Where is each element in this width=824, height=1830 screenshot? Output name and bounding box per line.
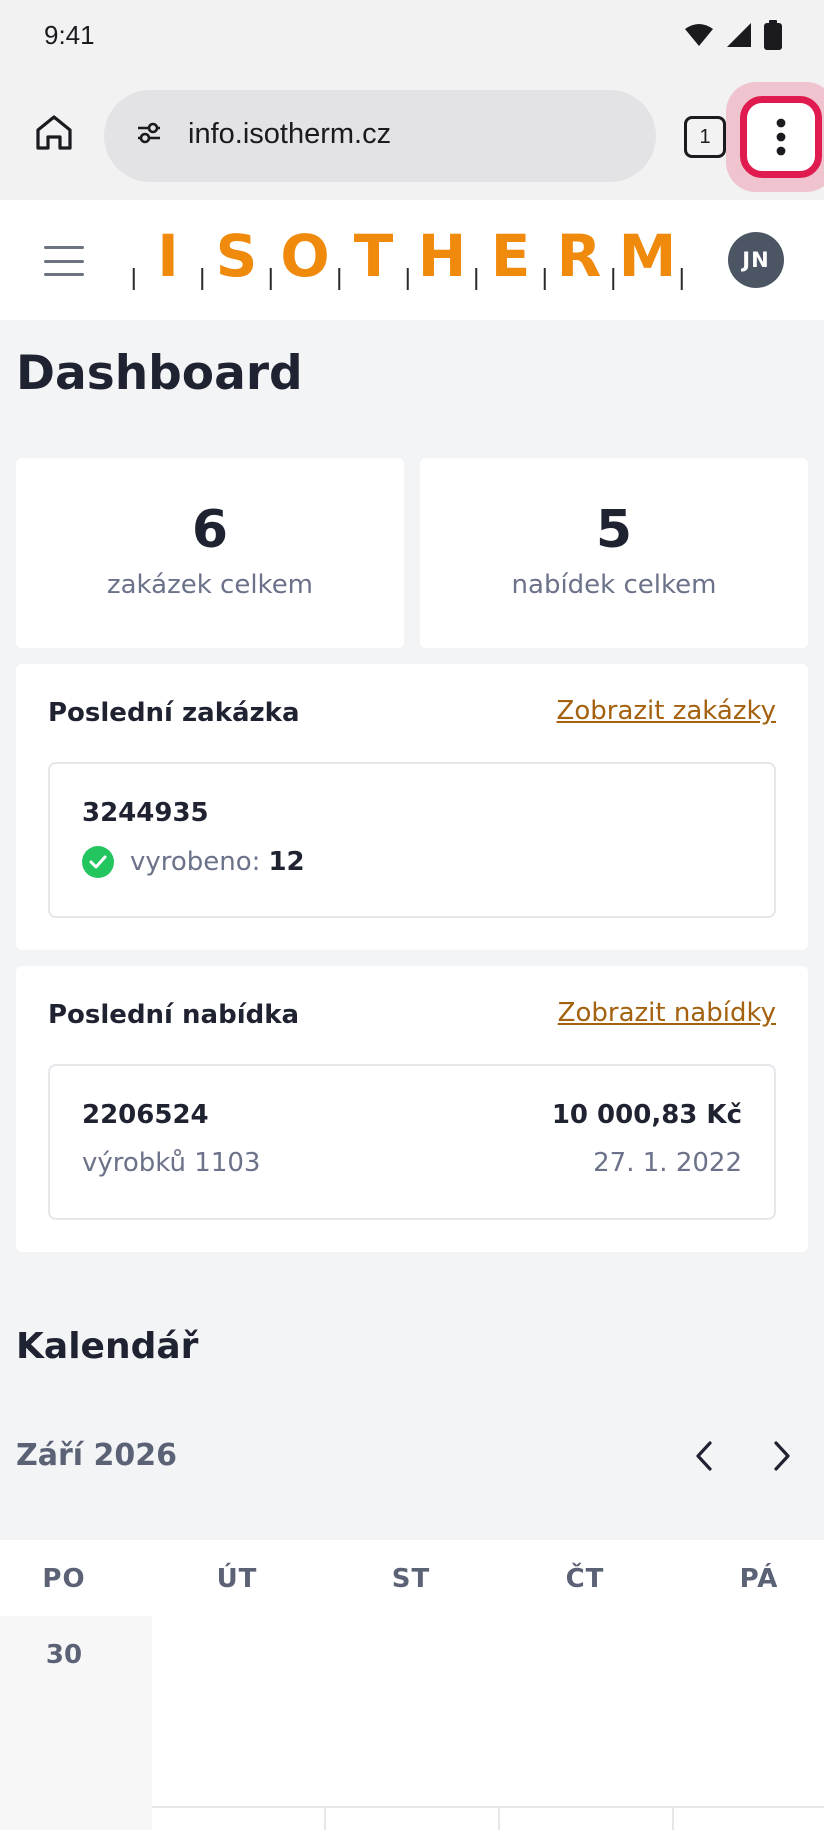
show-orders-link[interactable]: Zobrazit zakázky — [557, 696, 776, 726]
weekday-thu: ČT — [565, 1564, 605, 1594]
stat-card-orders: 6 zakázek celkem — [16, 458, 404, 648]
offer-items: výrobků 1103 — [82, 1148, 261, 1178]
status-count: 12 — [268, 847, 305, 877]
order-number: 3244935 — [82, 798, 209, 828]
more-vert-icon — [776, 118, 786, 156]
home-icon — [36, 115, 72, 150]
logo-letter: S — [216, 222, 258, 290]
status-icons — [684, 20, 782, 50]
last-order-panel: Poslední zakázka Zobrazit zakázky 324493… — [16, 664, 808, 950]
browser-menu-button[interactable] — [740, 96, 822, 178]
last-offer-title: Poslední nabídka — [48, 1000, 300, 1030]
offer-date: 27. 1. 2022 — [593, 1148, 742, 1178]
status-label: vyrobeno: — [130, 847, 261, 877]
status-bar: 9:41 — [0, 0, 824, 76]
calendar-divider — [152, 1806, 824, 1808]
chevron-right-icon — [774, 1441, 790, 1471]
tab-switcher-button[interactable]: 1 — [684, 116, 726, 158]
calendar-divider — [672, 1806, 674, 1830]
offer-price: 10 000,83 Kč — [551, 1100, 742, 1130]
wifi-icon — [685, 24, 713, 46]
user-avatar[interactable]: JN — [728, 232, 784, 288]
site-settings-icon[interactable] — [136, 120, 162, 146]
last-offer-panel: Poslední nabídka Zobrazit nabídky 220652… — [16, 966, 808, 1252]
offer-number: 2206524 — [82, 1100, 209, 1130]
calendar-title: Kalendář — [16, 1326, 199, 1367]
url-text: info.isotherm.cz — [188, 118, 392, 150]
hamburger-menu-icon[interactable] — [44, 246, 84, 276]
status-time: 9:41 — [44, 20, 95, 50]
signal-icon — [727, 23, 751, 47]
stat-value: 6 — [191, 500, 229, 560]
stat-value: 5 — [595, 500, 633, 560]
calendar-day-cell[interactable]: 30 — [0, 1616, 152, 1830]
next-month-button[interactable] — [760, 1434, 804, 1478]
isotherm-logo[interactable]: ISOTHERM — [130, 218, 690, 298]
logo-letter: H — [418, 222, 467, 290]
stat-label: nabídek celkem — [511, 570, 717, 600]
logo-letter: I — [157, 222, 179, 290]
calendar-weekday-header: PO ÚT ST ČT PÁ — [0, 1540, 824, 1616]
app-header: ISOTHERM JN — [0, 200, 824, 320]
weekday-tue: ÚT — [216, 1564, 258, 1594]
show-offers-link[interactable]: Zobrazit nabídky — [558, 998, 776, 1028]
logo-letter: R — [557, 222, 602, 290]
logo-letter: E — [491, 222, 531, 290]
logo-letter: O — [280, 222, 329, 290]
weekday-fri: PÁ — [739, 1564, 779, 1594]
order-status: vyrobeno: 12 — [82, 846, 305, 878]
stat-label: zakázek celkem — [106, 570, 314, 600]
logo-letter: M — [619, 222, 677, 290]
calendar-grid: 30 — [0, 1616, 824, 1830]
last-offer-card[interactable]: 2206524 výrobků 1103 10 000,83 Kč 27. 1.… — [48, 1064, 776, 1220]
calendar-month: Září 2026 — [16, 1438, 178, 1473]
stat-card-offers: 5 nabídek celkem — [420, 458, 808, 648]
prev-month-button[interactable] — [682, 1434, 726, 1478]
chevron-left-icon — [696, 1441, 712, 1471]
last-order-card[interactable]: 3244935 vyrobeno: 12 — [48, 762, 776, 918]
logo-letter: T — [354, 222, 394, 290]
weekday-mon: PO — [42, 1564, 86, 1594]
last-order-title: Poslední zakázka — [48, 698, 300, 728]
check-circle-icon — [82, 846, 114, 878]
battery-icon — [764, 20, 782, 50]
calendar-date: 30 — [45, 1640, 83, 1670]
address-bar[interactable]: info.isotherm.cz — [104, 90, 656, 182]
page-title: Dashboard — [16, 346, 303, 401]
calendar-divider — [324, 1806, 326, 1830]
weekday-wed: ST — [391, 1564, 431, 1594]
browser-toolbar: info.isotherm.cz 1 — [0, 76, 824, 200]
home-button[interactable] — [28, 106, 80, 158]
calendar-divider — [498, 1806, 500, 1830]
